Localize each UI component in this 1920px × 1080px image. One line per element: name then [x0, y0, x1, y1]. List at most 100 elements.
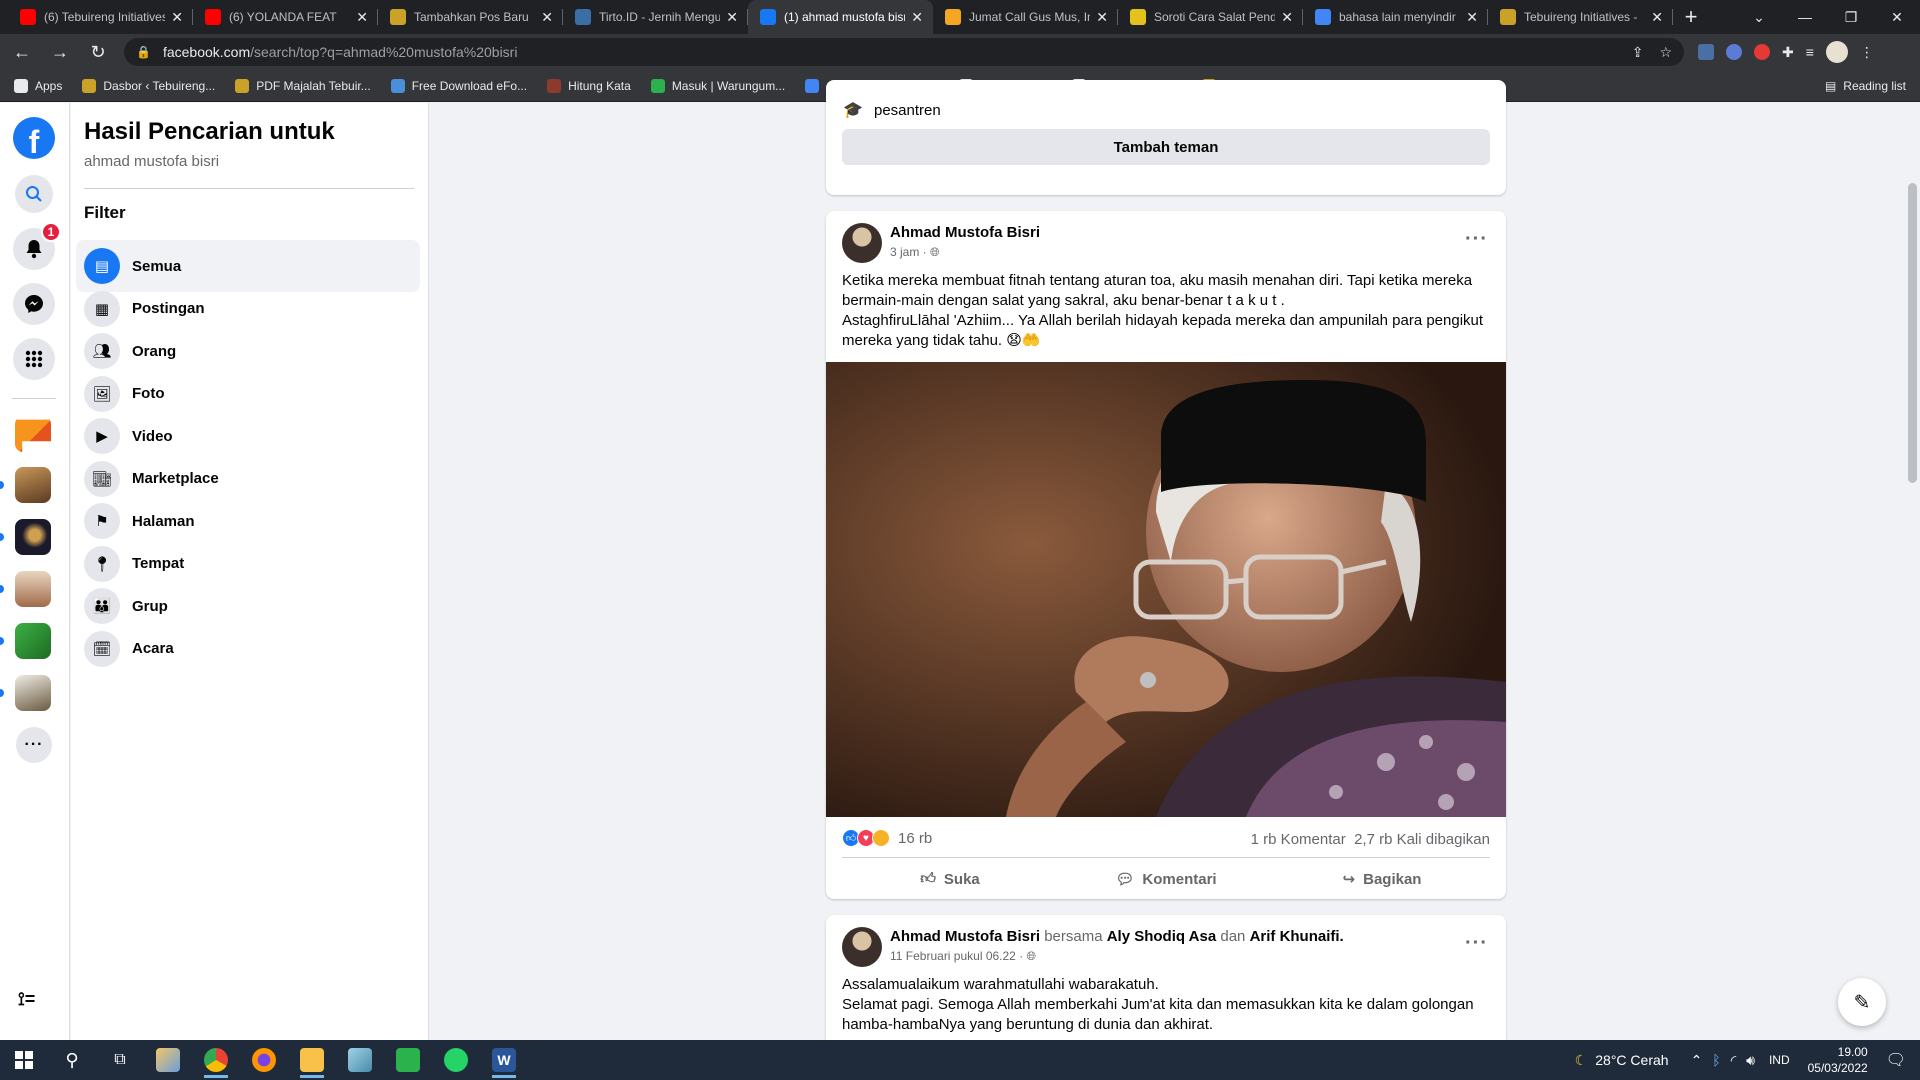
- volume-icon[interactable]: 🔊︎: [1746, 1052, 1755, 1069]
- search-icon[interactable]: ⚲: [48, 1040, 96, 1080]
- post-options-button[interactable]: ···: [1465, 228, 1488, 251]
- like-button[interactable]: 👍︎ Suka: [842, 861, 1058, 897]
- minimize-button[interactable]: —: [1782, 0, 1828, 34]
- pages-flag-icon[interactable]: [15, 419, 51, 452]
- share-icon[interactable]: ⇪: [1632, 44, 1644, 61]
- back-button[interactable]: ←: [6, 36, 38, 68]
- word-app-icon[interactable]: W: [480, 1040, 528, 1080]
- extension-icon[interactable]: [1698, 44, 1714, 60]
- whatsapp-app-icon[interactable]: [432, 1040, 480, 1080]
- author-avatar[interactable]: [842, 927, 882, 967]
- messenger-icon[interactable]: [13, 283, 55, 325]
- bookmark-star-icon[interactable]: ☆: [1659, 44, 1672, 61]
- scrollbar-thumb[interactable]: [1908, 183, 1917, 483]
- share-count[interactable]: 2,7 rb Kali dibagikan: [1354, 831, 1490, 848]
- close-tab-icon[interactable]: ✕: [911, 9, 923, 26]
- browser-tab[interactable]: Tirto.ID - Jernih Mengurai ✕: [563, 0, 748, 34]
- post-author[interactable]: Ahmad Mustofa Bisri: [890, 224, 1040, 241]
- more-shortcuts-icon[interactable]: ···: [16, 727, 52, 763]
- calendar-icon: 🗓︎: [84, 630, 120, 667]
- close-tab-icon[interactable]: ✕: [1281, 9, 1293, 26]
- wifi-icon[interactable]: ◜: [1731, 1052, 1736, 1069]
- browser-tab[interactable]: Soroti Cara Salat Pendeta ✕: [1118, 0, 1303, 34]
- close-tab-icon[interactable]: ✕: [726, 9, 738, 26]
- weather-text[interactable]: 28°C Cerah: [1595, 1052, 1668, 1068]
- browser-tab[interactable]: (6) YOLANDA FEAT ✕: [193, 0, 378, 34]
- task-view-icon[interactable]: ⧉: [96, 1040, 144, 1080]
- tagged-person[interactable]: Arif Khunaifi.: [1250, 928, 1344, 945]
- author-avatar[interactable]: [842, 223, 882, 263]
- restore-button[interactable]: ❐: [1828, 0, 1874, 34]
- page-logo-icon[interactable]: ⟟=: [18, 989, 50, 1013]
- profile-avatar[interactable]: [1825, 41, 1848, 63]
- post-timestamp[interactable]: 11 Februari pukul 06.22 · 🌐︎: [890, 949, 1036, 964]
- browser-tab[interactable]: Jumat Call Gus Mus, In ✕: [933, 0, 1118, 34]
- search-icon[interactable]: [15, 175, 53, 213]
- close-tab-icon[interactable]: ✕: [1096, 9, 1108, 26]
- forward-button[interactable]: →: [44, 36, 76, 68]
- bookmark-item[interactable]: Hitung Kata: [547, 78, 631, 93]
- browser-tab[interactable]: (1) ahmad mustofa bisri ✕: [748, 0, 933, 34]
- phone-app-icon[interactable]: [384, 1040, 432, 1080]
- tab-search-icon[interactable]: ⌄: [1736, 0, 1782, 34]
- bookmark-item[interactable]: Dasbor ‹ Tebuireng...: [82, 78, 215, 93]
- app-icon[interactable]: [336, 1040, 384, 1080]
- comment-button[interactable]: 💬︎ Komentari: [1058, 861, 1274, 897]
- shortcut-thumbnail[interactable]: [15, 675, 51, 711]
- post-options-button[interactable]: ···: [1465, 932, 1488, 955]
- close-tab-icon[interactable]: ✕: [1466, 9, 1478, 26]
- close-tab-icon[interactable]: ✕: [541, 9, 553, 26]
- bookmark-item[interactable]: Apps: [14, 78, 62, 93]
- browser-tab[interactable]: bahasa lain menyindir ✕: [1303, 0, 1488, 34]
- shortcut-thumbnail[interactable]: [15, 467, 51, 503]
- media-icon[interactable]: ≡: [1806, 44, 1814, 60]
- menu-icon[interactable]: ⋮: [1860, 44, 1874, 61]
- clock[interactable]: 19.00 05/03/2022: [1808, 1044, 1868, 1076]
- page-scrollbar[interactable]: [1905, 103, 1920, 1040]
- chrome-app-icon[interactable]: [192, 1040, 240, 1080]
- tab-title: Tambahkan Pos Baru: [414, 10, 529, 24]
- bookmark-item[interactable]: Free Download eFo...: [390, 78, 527, 93]
- notifications-icon[interactable]: 1: [13, 222, 61, 270]
- reactions-summary[interactable]: 👍︎ ♥ 16 rb: [842, 829, 932, 847]
- close-tab-icon[interactable]: ✕: [171, 9, 183, 26]
- browser-tab[interactable]: Tambahkan Pos Baru ✕: [378, 0, 563, 34]
- post-timestamp[interactable]: 3 jam · 🌐︎: [890, 245, 940, 260]
- notification-center-icon[interactable]: 🗨︎: [1886, 1050, 1906, 1070]
- browser-tab[interactable]: Tebuireng Initiatives - ✕: [1488, 0, 1673, 34]
- new-tab-button[interactable]: +: [1673, 0, 1709, 34]
- file-explorer-icon[interactable]: [288, 1040, 336, 1080]
- address-bar[interactable]: 🔒 facebook.com/search/top?q=ahmad%20must…: [124, 38, 1684, 66]
- bookmark-item[interactable]: Masuk | Warungum...: [650, 78, 785, 93]
- shortcut-thumbnail[interactable]: [15, 519, 51, 555]
- shortcut-thumbnail[interactable]: [15, 623, 51, 659]
- post-photo[interactable]: [826, 362, 1506, 817]
- menu-grid-icon[interactable]: [13, 338, 55, 380]
- reload-button[interactable]: ↻: [82, 36, 114, 68]
- reading-list-button[interactable]: ▤ Reading list: [1825, 79, 1906, 93]
- extension-icon[interactable]: [1726, 44, 1742, 60]
- facebook-logo-icon[interactable]: f: [13, 117, 55, 160]
- puzzle-icon[interactable]: ✚: [1782, 44, 1794, 61]
- language-indicator[interactable]: IND: [1769, 1053, 1790, 1067]
- extension-icon[interactable]: [1754, 44, 1770, 60]
- post-author[interactable]: Ahmad Mustofa Bisri: [890, 928, 1040, 945]
- share-button[interactable]: ↪ Bagikan: [1274, 861, 1490, 897]
- shortcut-thumbnail[interactable]: [15, 571, 51, 607]
- bluetooth-icon[interactable]: ᛒ: [1712, 1052, 1720, 1068]
- close-tab-icon[interactable]: ✕: [1651, 9, 1663, 26]
- comment-count[interactable]: 1 rb Komentar: [1251, 831, 1346, 848]
- tray-chevron-icon[interactable]: ⌃: [1691, 1052, 1703, 1069]
- paint-app-icon[interactable]: [144, 1040, 192, 1080]
- bookmark-item[interactable]: PDF Majalah Tebuir...: [235, 78, 371, 93]
- new-message-button[interactable]: ✎: [1838, 978, 1886, 1026]
- browser-tab[interactable]: (6) Tebuireng Initiatives ✕: [8, 0, 193, 34]
- windows-start-icon[interactable]: [0, 1040, 48, 1080]
- filter-item[interactable]: 🗓︎ Acara: [76, 623, 420, 675]
- add-friend-button[interactable]: Tambah teman: [842, 129, 1490, 165]
- firefox-app-icon[interactable]: [240, 1040, 288, 1080]
- close-tab-icon[interactable]: ✕: [356, 9, 368, 26]
- close-window-button[interactable]: ✕: [1874, 0, 1920, 34]
- tagged-person[interactable]: Aly Shodiq Asa: [1107, 928, 1216, 945]
- lock-icon[interactable]: 🔒: [136, 45, 151, 59]
